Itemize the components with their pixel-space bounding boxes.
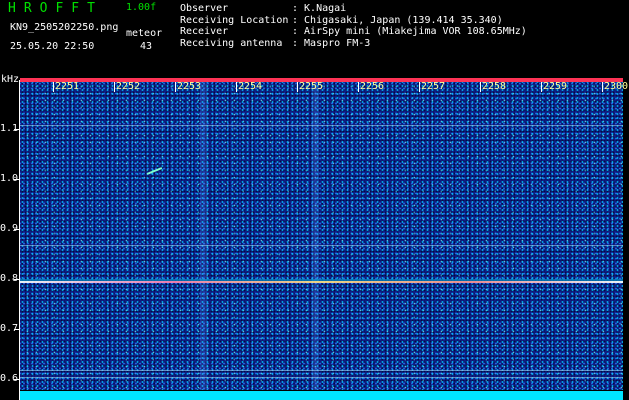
time-tick: [236, 82, 237, 92]
freq-unit-label: kHz: [1, 74, 20, 85]
freq-tick: [14, 379, 20, 380]
freq-tick: [14, 229, 20, 230]
app-version: 1.00f: [126, 2, 157, 13]
time-label: 2252: [116, 81, 141, 92]
spectrogram: [20, 80, 623, 390]
freq-tick: [14, 179, 20, 180]
time-tick: [602, 82, 603, 92]
time-label: 2254: [238, 81, 263, 92]
vertical-stripe: [200, 80, 207, 390]
time-label: 2259: [543, 81, 568, 92]
spectrogram-line: [20, 245, 623, 246]
info-row-location: Receiving Location: Chigasaki, Japan (13…: [180, 14, 503, 26]
time-tick: [480, 82, 481, 92]
time-label: 2257: [421, 81, 446, 92]
spectrogram-line: [20, 125, 623, 126]
app-name: HROFFT: [8, 1, 103, 16]
spectrogram-line: [20, 377, 623, 378]
info-row-receiver: Receiver: AirSpy mini (Miakejima VOR 108…: [180, 26, 527, 37]
time-tick: [114, 82, 115, 92]
time-tick: [358, 82, 359, 92]
time-tick: [419, 82, 420, 92]
file-name: KN9_2505202250.png: [10, 22, 119, 33]
time-label: 2255: [299, 81, 324, 92]
freq-tick: [14, 279, 20, 280]
meteor-echo: [146, 167, 163, 175]
time-label: 2256: [360, 81, 385, 92]
time-tick: [541, 82, 542, 92]
freq-axis-line: [19, 80, 20, 400]
time-tick: [53, 82, 54, 92]
time-label: 2258: [482, 81, 507, 92]
carrier-trace: [20, 281, 623, 283]
meteor-label: meteor: [126, 28, 163, 39]
freq-tick: [14, 129, 20, 130]
time-tick: [175, 82, 176, 92]
time-tick: [297, 82, 298, 92]
footer-bar: [20, 391, 623, 400]
header-panel: HROFFT 1.00f KN9_2505202250.png meteor 2…: [0, 0, 629, 85]
info-row-observer: Observer: K.Nagai: [180, 3, 347, 14]
time-label: 2251: [55, 81, 80, 92]
vertical-stripe: [312, 80, 319, 390]
timestamp: 25.05.20 22:50: [10, 41, 95, 52]
station-info: Observer: K.Nagai Receiving Location: Ch…: [180, 3, 527, 49]
freq-tick: [14, 329, 20, 330]
info-row-antenna: Receiving antenna: Maspro FM-3: [180, 37, 371, 49]
meteor-count: 43: [140, 41, 153, 52]
spectrogram-line: [20, 370, 623, 371]
time-label: 2300: [604, 81, 629, 92]
time-label: 2253: [177, 81, 202, 92]
